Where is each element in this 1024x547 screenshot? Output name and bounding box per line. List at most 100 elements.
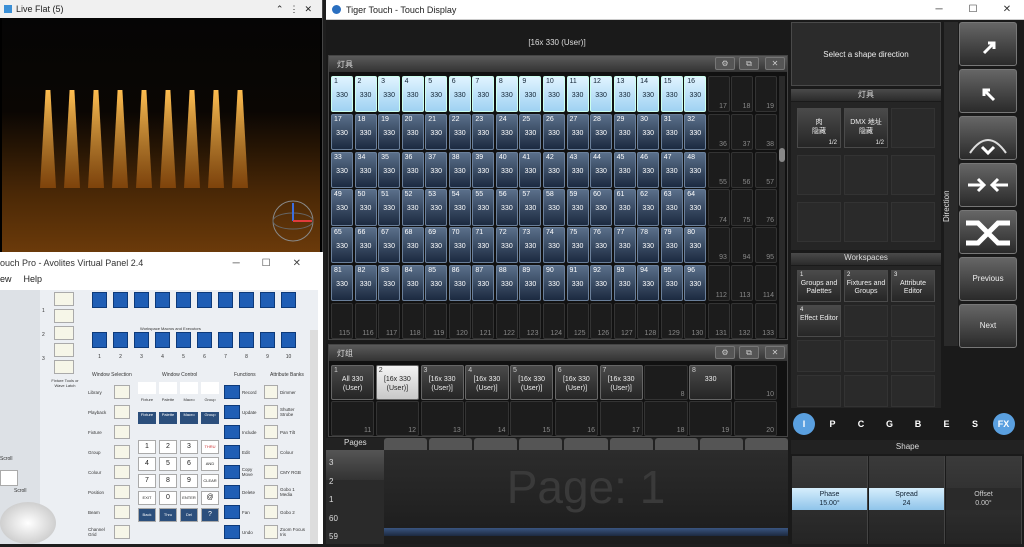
group-cell[interactable]: 14 bbox=[465, 401, 509, 436]
fixture-cell[interactable]: 130 bbox=[684, 302, 707, 339]
fixture-cell[interactable]: 45 330 bbox=[613, 151, 636, 188]
tool-button[interactable] bbox=[54, 309, 74, 323]
fixture-cell[interactable]: 87 330 bbox=[472, 264, 495, 302]
direction-up-left-button[interactable] bbox=[959, 69, 1017, 113]
fixture-cell[interactable]: 50 330 bbox=[354, 189, 377, 226]
fixture-cell[interactable]: 77 330 bbox=[613, 227, 636, 264]
tool-button[interactable] bbox=[54, 292, 74, 306]
fixture-type-button[interactable]: 肉 隐藏 1/2 bbox=[797, 108, 841, 148]
fixture-cell[interactable]: 40 330 bbox=[495, 151, 518, 188]
group-cell[interactable]: 8 bbox=[644, 365, 688, 400]
empty-slot[interactable] bbox=[891, 375, 935, 407]
page-tab[interactable] bbox=[609, 438, 653, 450]
close-icon[interactable]: ✕ bbox=[765, 346, 785, 359]
direction-converge-button[interactable] bbox=[959, 163, 1017, 207]
fixture-cell[interactable]: 26 330 bbox=[542, 113, 566, 151]
fixture-cell[interactable]: 18 bbox=[731, 76, 754, 113]
keypad-key[interactable]: 6 bbox=[180, 457, 198, 471]
fixture-cell[interactable]: 51 330 bbox=[378, 189, 401, 226]
keypad-key[interactable]: 4 bbox=[138, 457, 156, 471]
function-button[interactable] bbox=[224, 525, 240, 539]
window-select-button[interactable] bbox=[114, 465, 130, 479]
executor-button[interactable] bbox=[197, 292, 212, 308]
page-tab[interactable] bbox=[474, 438, 518, 450]
empty-slot[interactable] bbox=[891, 305, 935, 337]
group-cell[interactable]: 15 bbox=[510, 401, 554, 436]
window-select-row[interactable]: Channel Grid bbox=[88, 522, 132, 542]
fixture-cell[interactable]: 39 330 bbox=[472, 151, 495, 188]
attribute-bank-button[interactable] bbox=[264, 505, 278, 519]
fixture-cell[interactable]: 67 330 bbox=[378, 227, 401, 264]
fixture-cell[interactable]: 74 330 bbox=[542, 227, 566, 264]
fixture-cell[interactable]: 88 330 bbox=[495, 264, 518, 302]
window-control-button[interactable]: Palette bbox=[159, 397, 177, 409]
fixture-cell[interactable]: 36 330 bbox=[401, 151, 424, 188]
tool-button[interactable] bbox=[54, 360, 74, 374]
executor-button[interactable] bbox=[239, 332, 254, 348]
group-cell[interactable]: 6 [16x 330 (User)] bbox=[554, 365, 598, 400]
fixture-cell[interactable]: 24 330 bbox=[495, 113, 518, 151]
window-select-row[interactable]: Position bbox=[88, 482, 132, 502]
fixture-cell[interactable]: 116 bbox=[354, 302, 377, 339]
fixture-cell[interactable]: 76 330 bbox=[590, 227, 613, 264]
fixture-cell[interactable]: 79 330 bbox=[660, 227, 683, 264]
fixture-cell[interactable]: 35 330 bbox=[378, 151, 401, 188]
empty-slot[interactable] bbox=[797, 375, 841, 407]
group-cell[interactable]: 1 All 330 (User) bbox=[331, 365, 375, 400]
fixture-cell[interactable]: 124 bbox=[542, 302, 566, 339]
fixture-cell[interactable]: 30 330 bbox=[637, 113, 660, 151]
fixture-cell[interactable]: 47 330 bbox=[660, 151, 683, 188]
attribute-bank-row[interactable]: Pan Tilt bbox=[264, 422, 308, 442]
keypad-key[interactable]: CLEAR bbox=[201, 474, 219, 488]
keypad-key[interactable]: 3 bbox=[180, 440, 198, 454]
fixture-cell[interactable]: 80 330 bbox=[684, 227, 707, 264]
window-control-button[interactable]: Close bbox=[201, 382, 219, 394]
fixture-cell[interactable]: 133 bbox=[754, 302, 777, 339]
window-control-button[interactable]: View bbox=[138, 382, 156, 394]
executor-button[interactable] bbox=[113, 292, 128, 308]
close-icon[interactable]: ✕ bbox=[990, 4, 1024, 15]
fixture-cell[interactable]: 127 bbox=[613, 302, 636, 339]
fixture-cell[interactable]: 27 330 bbox=[566, 113, 589, 151]
window-select-row[interactable]: Fixture bbox=[88, 422, 132, 442]
shape-param-encoder[interactable]: Offset 0.00° bbox=[946, 456, 1022, 544]
attribute-bank-row[interactable]: CMY RGB bbox=[264, 462, 308, 482]
attribute-tab[interactable]: B bbox=[905, 412, 931, 436]
fixture-cell[interactable]: 43 330 bbox=[566, 151, 589, 188]
fixture-cell[interactable]: 4 330 bbox=[401, 76, 424, 113]
fixture-cell[interactable]: 6 330 bbox=[448, 76, 471, 113]
resize-icon[interactable]: ⧉ bbox=[739, 57, 759, 70]
function-row[interactable]: Undo bbox=[224, 522, 264, 542]
fixture-cell[interactable]: 25 330 bbox=[519, 113, 542, 151]
fixture-cell[interactable]: 119 bbox=[425, 302, 448, 339]
fixture-cell[interactable]: 92 330 bbox=[590, 264, 613, 302]
fixture-cell[interactable]: 91 330 bbox=[566, 264, 589, 302]
attribute-tab[interactable]: P bbox=[820, 412, 846, 436]
empty-slot[interactable] bbox=[891, 155, 935, 195]
attribute-bank-button[interactable] bbox=[264, 525, 278, 539]
resize-icon[interactable]: ⧉ bbox=[739, 346, 759, 359]
group-cell[interactable]: 18 bbox=[644, 401, 688, 436]
attribute-tab[interactable]: G bbox=[877, 412, 903, 436]
attribute-tab[interactable]: FX bbox=[992, 413, 1015, 435]
empty-slot[interactable] bbox=[844, 340, 888, 372]
page-number[interactable]: 1 bbox=[329, 491, 338, 510]
fixture-cell[interactable]: 60 330 bbox=[590, 189, 613, 226]
empty-slot[interactable] bbox=[891, 202, 935, 242]
fixture-cell[interactable]: 20 330 bbox=[401, 113, 424, 151]
fixture-cell[interactable]: 48 330 bbox=[684, 151, 707, 188]
fixture-cell[interactable]: 75 330 bbox=[566, 227, 589, 264]
fixture-cell[interactable]: 11 330 bbox=[566, 76, 589, 113]
function-row[interactable]: Delete bbox=[224, 482, 264, 502]
keypad-key[interactable]: 9 bbox=[180, 474, 198, 488]
empty-slot[interactable] bbox=[844, 155, 888, 195]
fixture-cell[interactable]: 38 330 bbox=[448, 151, 471, 188]
fixture-cell[interactable]: 9 330 bbox=[519, 76, 542, 113]
shape-param-encoder[interactable]: Spread 24 bbox=[869, 456, 945, 544]
attribute-bank-button[interactable] bbox=[264, 465, 278, 479]
fixture-cell[interactable]: 57 330 bbox=[519, 189, 542, 226]
page-number[interactable]: 60 bbox=[329, 510, 338, 529]
close-icon[interactable]: ✕ bbox=[765, 57, 785, 70]
virtual-panel-titlebar[interactable]: ouch Pro - Avolites Virtual Panel 2.4 ─☐… bbox=[0, 252, 323, 274]
page-tab[interactable] bbox=[429, 438, 473, 450]
